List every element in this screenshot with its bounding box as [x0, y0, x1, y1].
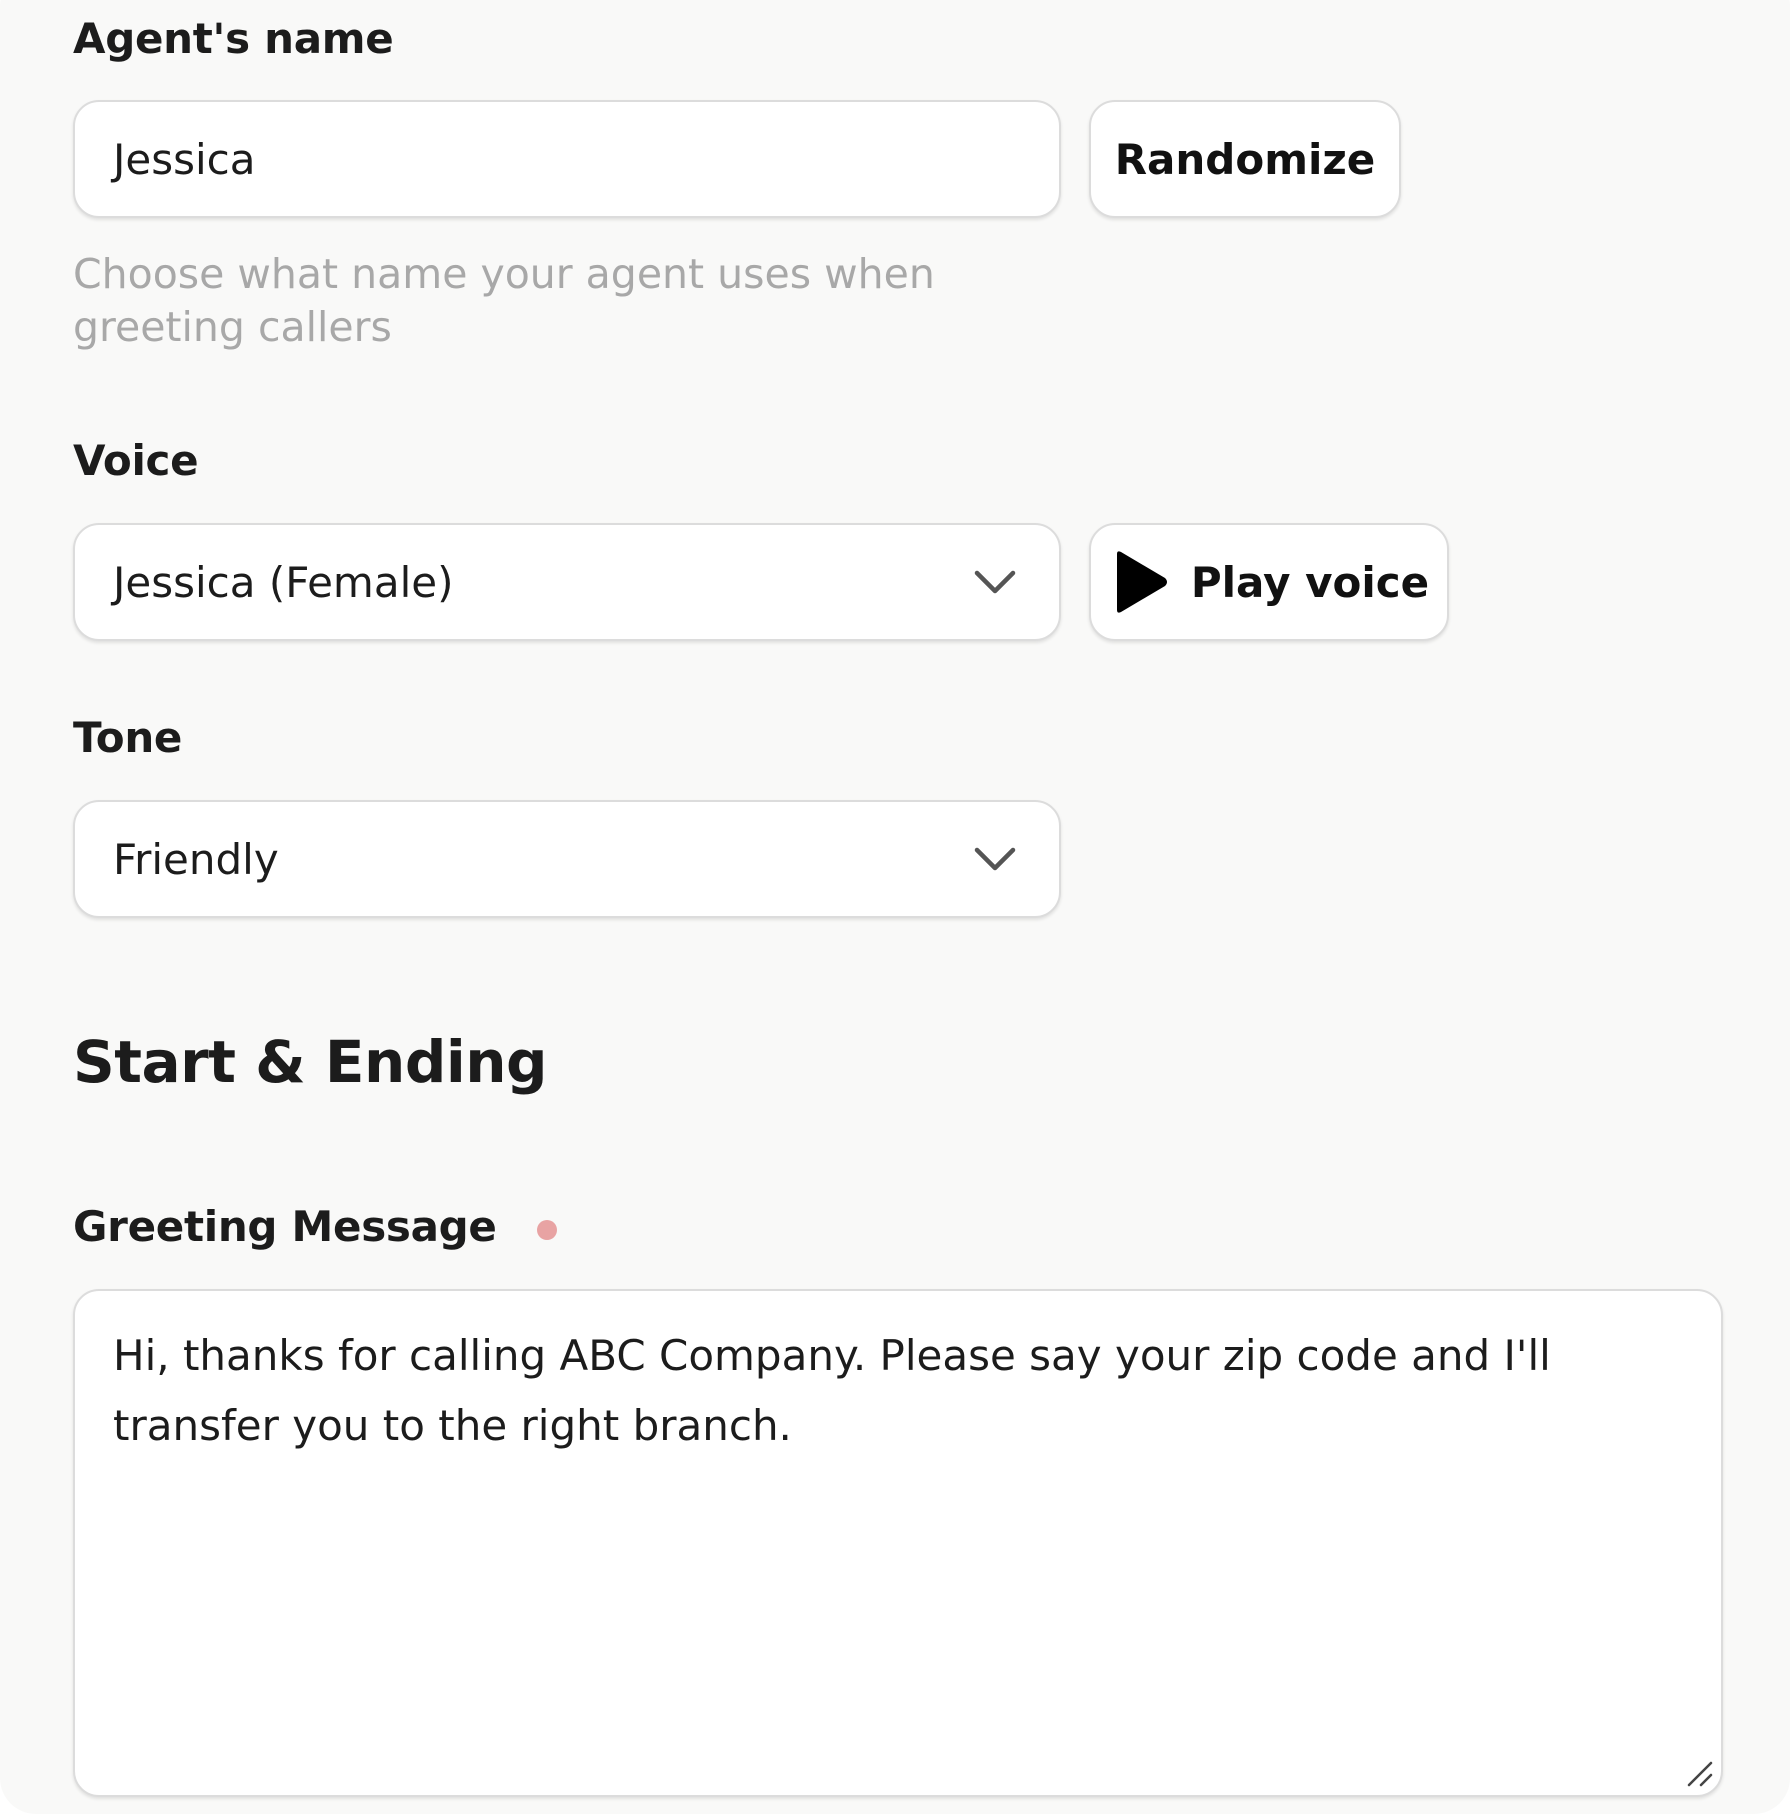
greeting-message-text: Hi, thanks for calling ABC Company. Plea…	[113, 1331, 1551, 1450]
play-icon	[1116, 551, 1167, 613]
resize-handle-icon[interactable]	[1685, 1759, 1715, 1789]
greeting-message-label-text: Greeting Message	[73, 1202, 497, 1251]
voice-select-value: Jessica (Female)	[113, 557, 454, 607]
tone-select-value: Friendly	[113, 834, 279, 884]
voice-select[interactable]: Jessica (Female)	[73, 523, 1061, 641]
agent-name-input[interactable]: Jessica	[73, 100, 1061, 218]
tone-label: Tone	[73, 713, 183, 762]
play-voice-label: Play voice	[1190, 557, 1430, 607]
chevron-down-icon	[974, 847, 1016, 871]
chevron-down-icon	[974, 570, 1016, 594]
play-voice-button[interactable]: Play voice	[1089, 523, 1449, 641]
greeting-message-textarea[interactable]: Hi, thanks for calling ABC Company. Plea…	[73, 1289, 1723, 1797]
voice-label: Voice	[73, 436, 199, 485]
agent-name-hint: Choose what name your agent uses when gr…	[73, 250, 935, 351]
agent-name-label: Agent's name	[73, 14, 394, 63]
tone-select[interactable]: Friendly	[73, 800, 1061, 918]
start-ending-heading: Start & Ending	[73, 1028, 548, 1096]
randomize-button[interactable]: Randomize	[1089, 100, 1401, 218]
required-indicator	[536, 1219, 557, 1240]
greeting-message-label: Greeting Message	[73, 1202, 557, 1251]
agent-settings-panel: Agent's name Jessica Randomize Choose wh…	[0, 0, 1790, 1814]
